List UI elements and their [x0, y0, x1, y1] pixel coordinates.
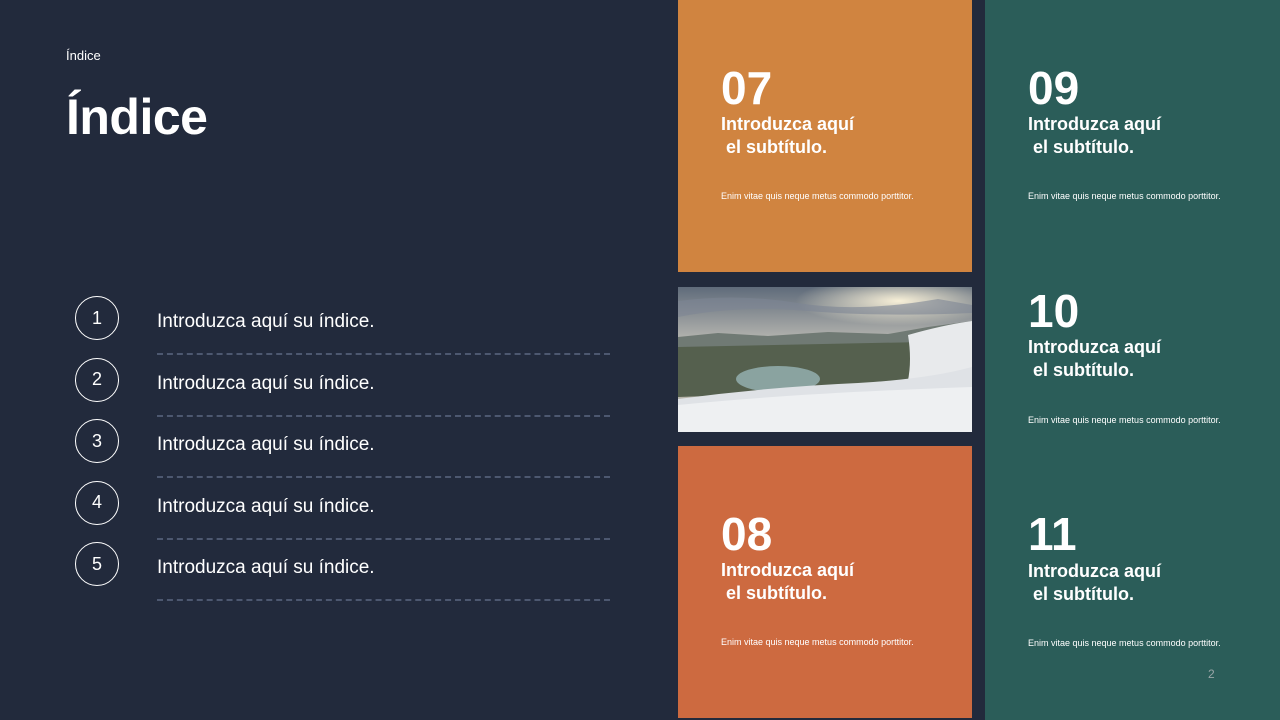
section-subtitle-10: Introduzca aquí el subtítulo. [1028, 337, 1162, 380]
slide: Índice Índice 1 Introduzca aquí su índic… [0, 0, 1280, 720]
section-column-teal: 09 Introduzca aquí el subtítulo. Enim vi… [985, 0, 1280, 720]
toc-item-label: Introduzca aquí su índice. [157, 372, 375, 394]
toc-item-label: Introduzca aquí su índice. [157, 311, 375, 332]
section-body-text: Enim vitae quis neque metus commodo port… [721, 191, 914, 201]
toc-number-badge: 4 [75, 480, 119, 525]
section-subtitle-11: Introduzca aquí el subtítulo. [1028, 561, 1162, 604]
section-number-11: 11 [1028, 508, 1077, 560]
section-body-text-11: Enim vitae quis neque metus commodo port… [1028, 638, 1221, 648]
section-subtitle: Introduzca aquí el subtítulo. [721, 560, 855, 603]
toc-item[interactable]: 1 Introduzca aquí su índice. [75, 296, 610, 358]
dashed-divider [157, 599, 610, 601]
page-title: Índice [66, 89, 208, 145]
toc-item[interactable]: 3 Introduzca aquí su índice. [75, 419, 610, 481]
table-of-contents: 1 Introduzca aquí su índice. 2 Introduzc… [75, 296, 610, 604]
section-number: 08 [721, 508, 773, 560]
toc-number-badge: 5 [75, 542, 119, 586]
section-body-text-09: Enim vitae quis neque metus commodo port… [1028, 191, 1221, 201]
dashed-divider [157, 353, 610, 355]
section-number-10: 10 [1028, 285, 1080, 337]
toc-item-label: Introduzca aquí su índice. [157, 434, 375, 455]
toc-item-label: Introduzca aquí su índice. [157, 557, 375, 578]
dashed-divider [157, 476, 610, 478]
toc-item[interactable]: 2 Introduzca aquí su índice. [75, 357, 610, 420]
toc-number-badge: 1 [75, 296, 119, 340]
section-subtitle-09: Introduzca aquí el subtítulo. [1028, 114, 1162, 157]
toc-number-badge: 2 [75, 357, 119, 402]
dashed-divider [157, 414, 610, 417]
toc-number-badge: 3 [75, 419, 119, 463]
page-number: 2 [1208, 667, 1215, 681]
toc-item[interactable]: 5 Introduzca aquí su índice. [75, 542, 610, 604]
section-body-text: Enim vitae quis neque metus commodo port… [721, 637, 914, 647]
toc-item-label: Introduzca aquí su índice. [157, 495, 375, 517]
section-card-08: 08 Introduzca aquí el subtítulo. Enim vi… [678, 446, 972, 718]
section-number-09: 09 [1028, 62, 1080, 114]
landscape-photo [678, 287, 972, 432]
breadcrumb: Índice [66, 48, 101, 63]
section-subtitle: Introduzca aquí el subtítulo. [721, 114, 855, 157]
dashed-divider [157, 537, 610, 540]
toc-item[interactable]: 4 Introduzca aquí su índice. [75, 480, 610, 543]
section-body-text-10: Enim vitae quis neque metus commodo port… [1028, 415, 1221, 425]
section-card-07: 07 Introduzca aquí el subtítulo. Enim vi… [678, 0, 972, 272]
section-number: 07 [721, 62, 773, 114]
